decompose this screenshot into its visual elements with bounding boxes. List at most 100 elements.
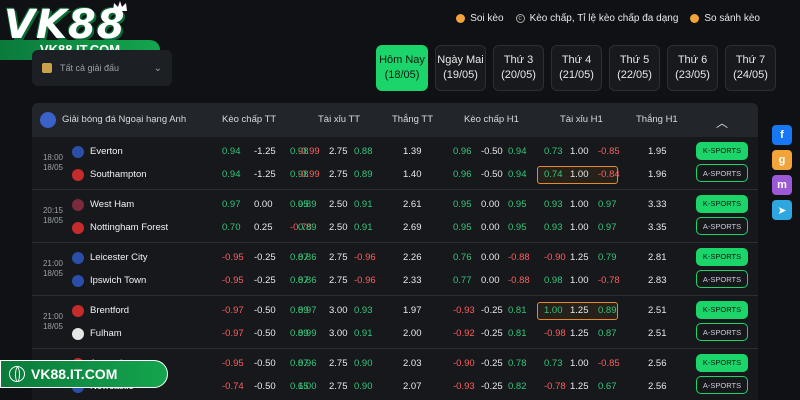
a-sports-button[interactable]: A-SPORTS	[696, 323, 748, 341]
odds-win[interactable]: 2.00	[403, 328, 422, 339]
odds-win[interactable]: 1.39	[403, 146, 422, 157]
odds-ou[interactable]: 0.89	[298, 222, 317, 233]
odds-hc[interactable]: -0.97	[222, 328, 244, 339]
tab-day-1[interactable]: Ngày Mai (19/05)	[435, 45, 486, 91]
odds-ou1[interactable]: 1.25	[570, 328, 589, 339]
odds-ou[interactable]: -0.99	[298, 146, 320, 157]
odds-win[interactable]: 2.03	[403, 358, 422, 369]
odds-hc[interactable]: 0.70	[222, 222, 241, 233]
odds-ou1[interactable]: -0.78	[544, 381, 566, 392]
odds-ou1[interactable]: -0.85	[598, 146, 620, 157]
odds-ou1[interactable]: 0.98	[544, 275, 563, 286]
odds-win[interactable]: 2.07	[403, 381, 422, 392]
odds-win1[interactable]: 1.95	[648, 146, 667, 157]
odds-ou[interactable]: 0.89	[354, 169, 373, 180]
tab-day-4[interactable]: Thứ 5 (22/05)	[609, 45, 660, 91]
odds-ou1[interactable]: 1.00	[570, 222, 589, 233]
odds-win1[interactable]: 2.51	[648, 328, 667, 339]
odds-hc1[interactable]: 0.82	[508, 381, 527, 392]
odds-hc1[interactable]: 0.00	[481, 222, 500, 233]
odds-ou1[interactable]: 0.73	[544, 358, 563, 369]
odds-hc[interactable]: 0.97	[222, 199, 241, 210]
odds-hc1[interactable]: 0.95	[453, 222, 472, 233]
odds-ou[interactable]: 0.91	[354, 199, 373, 210]
league-select[interactable]: Tất cả giải đấu ⌄	[32, 50, 172, 86]
odds-ou[interactable]: 0.86	[298, 252, 317, 263]
odds-ou1[interactable]: 1.25	[570, 305, 589, 316]
odds-ou1[interactable]: 1.00	[570, 358, 589, 369]
tab-day-2[interactable]: Thứ 3 (20/05)	[493, 45, 544, 91]
odds-hc1[interactable]: -0.93	[453, 305, 475, 316]
k-sports-button[interactable]: K-SPORTS	[696, 142, 748, 160]
k-sports-button[interactable]: K-SPORTS	[696, 248, 748, 266]
odds-hc1[interactable]: 0.81	[508, 305, 527, 316]
odds-ou[interactable]: 2.50	[329, 222, 348, 233]
odds-ou[interactable]: -0.96	[354, 252, 376, 263]
odds-win[interactable]: 1.97	[403, 305, 422, 316]
odds-ou[interactable]: 0.97	[298, 305, 317, 316]
odds-ou1[interactable]: 0.93	[544, 199, 563, 210]
odds-hc[interactable]: -0.50	[254, 328, 276, 339]
odds-ou1[interactable]: 1.00	[570, 146, 589, 157]
odds-hc[interactable]: -0.97	[222, 305, 244, 316]
odds-win[interactable]: 2.33	[403, 275, 422, 286]
odds-hc1[interactable]: -0.25	[481, 381, 503, 392]
odds-ou1[interactable]: 0.97	[598, 222, 617, 233]
odds-hc1[interactable]: 0.95	[508, 222, 527, 233]
odds-ou1[interactable]: -0.78	[598, 275, 620, 286]
odds-hc[interactable]: 0.94	[222, 146, 241, 157]
odds-hc1[interactable]: 0.94	[508, 146, 527, 157]
odds-ou[interactable]: 0.90	[354, 358, 373, 369]
odds-hc[interactable]: -0.50	[254, 381, 276, 392]
odds-ou[interactable]: 0.91	[354, 222, 373, 233]
odds-ou[interactable]: 2.75	[329, 358, 348, 369]
odds-ou[interactable]: 0.99	[298, 328, 317, 339]
odds-hc1[interactable]: 0.95	[453, 199, 472, 210]
odds-ou[interactable]: 3.00	[329, 305, 348, 316]
odds-hc1[interactable]: 0.96	[453, 169, 472, 180]
odds-hc1[interactable]: 0.94	[508, 169, 527, 180]
odds-ou1[interactable]: 1.00	[570, 275, 589, 286]
odds-ou1[interactable]: -0.85	[598, 358, 620, 369]
k-sports-button[interactable]: K-SPORTS	[696, 301, 748, 319]
odds-ou1[interactable]: 1.00	[544, 305, 563, 316]
odds-win1[interactable]: 2.56	[648, 381, 667, 392]
odds-hc[interactable]: -0.95	[222, 275, 244, 286]
a-sports-button[interactable]: A-SPORTS	[696, 217, 748, 235]
odds-ou[interactable]: 2.75	[329, 275, 348, 286]
odds-hc1[interactable]: 0.00	[481, 199, 500, 210]
odds-win1[interactable]: 3.35	[648, 222, 667, 233]
odds-hc[interactable]: -0.25	[254, 275, 276, 286]
odds-hc1[interactable]: 0.95	[508, 199, 527, 210]
odds-hc1[interactable]: 0.81	[508, 328, 527, 339]
tab-day-5[interactable]: Thứ 6 (23/05)	[667, 45, 718, 91]
odds-hc[interactable]: 0.00	[254, 199, 273, 210]
odds-ou[interactable]: 0.86	[298, 275, 317, 286]
odds-ou[interactable]: -0.96	[354, 275, 376, 286]
chevron-up-icon[interactable]: ︿	[716, 114, 728, 131]
odds-hc1[interactable]: -0.25	[481, 305, 503, 316]
odds-ou1[interactable]: 0.87	[598, 328, 617, 339]
odds-ou[interactable]: 0.90	[354, 381, 373, 392]
odds-hc[interactable]: -0.50	[254, 358, 276, 369]
odds-hc1[interactable]: 0.78	[508, 358, 527, 369]
odds-hc[interactable]: -1.25	[254, 146, 276, 157]
telegram-icon[interactable]: ➤	[772, 200, 792, 220]
odds-win[interactable]: 1.40	[403, 169, 422, 180]
odds-ou1[interactable]: 0.89	[598, 305, 617, 316]
odds-hc[interactable]: 0.94	[222, 169, 241, 180]
odds-ou1[interactable]: 1.00	[570, 199, 589, 210]
group-icon[interactable]: g	[772, 150, 792, 170]
odds-ou1[interactable]: 0.74	[544, 169, 563, 180]
odds-ou1[interactable]: -0.90	[544, 252, 566, 263]
odds-ou[interactable]: 0.93	[354, 305, 373, 316]
a-sports-button[interactable]: A-SPORTS	[696, 164, 748, 182]
odds-hc1[interactable]: -0.88	[508, 275, 530, 286]
tab-day-0[interactable]: Hôm Nay (18/05)	[376, 45, 428, 91]
odds-hc1[interactable]: -0.25	[481, 358, 503, 369]
odds-ou[interactable]: 0.88	[354, 146, 373, 157]
odds-ou[interactable]: 3.00	[329, 328, 348, 339]
tab-day-6[interactable]: Thứ 7 (24/05)	[725, 45, 776, 91]
odds-ou1[interactable]: 1.25	[570, 252, 589, 263]
odds-win1[interactable]: 2.83	[648, 275, 667, 286]
